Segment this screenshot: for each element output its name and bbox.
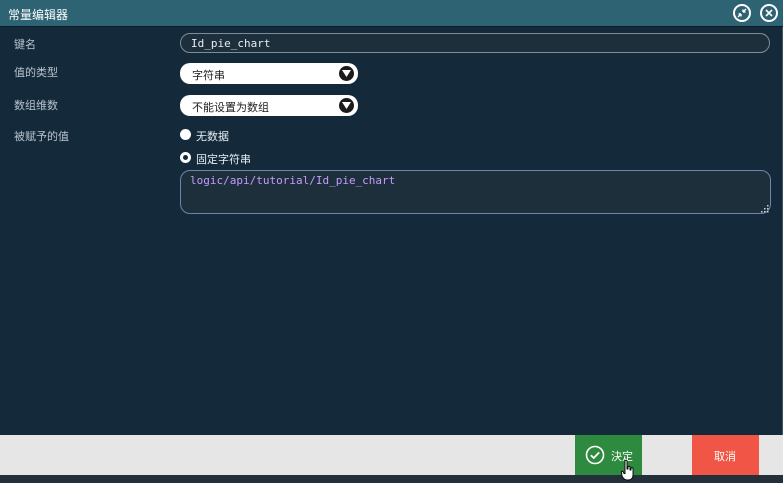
footer-strip xyxy=(0,475,783,483)
cancel-button-label: 取消 xyxy=(714,450,736,463)
constant-editor-window: 常量编辑器 键名 值的类型 字符串 数组维数 不能设置为数组 被赋予的值 无数据 xyxy=(0,0,783,483)
title-bar[interactable]: 常量编辑器 xyxy=(0,0,783,27)
radio-fixed-string-label: 固定字符串 xyxy=(196,153,251,166)
chevron-down-icon[interactable] xyxy=(339,98,354,113)
array-dim-label: 数组维数 xyxy=(14,99,58,112)
chevron-down-icon[interactable] xyxy=(339,66,354,81)
radio-no-data-label: 无数据 xyxy=(196,130,229,143)
value-type-select[interactable]: 字符串 xyxy=(180,63,358,84)
array-dim-selected: 不能设置为数组 xyxy=(192,101,269,114)
hand-cursor-icon xyxy=(621,460,634,481)
resize-grip-icon[interactable] xyxy=(761,205,769,213)
close-icon[interactable] xyxy=(760,4,778,22)
value-type-label: 值的类型 xyxy=(14,66,58,79)
window-title: 常量编辑器 xyxy=(8,8,69,22)
cancel-button[interactable]: 取消 xyxy=(692,435,759,475)
restore-icon[interactable] xyxy=(733,4,751,22)
footer-bar xyxy=(0,435,783,475)
radio-button-checked[interactable] xyxy=(180,152,191,163)
array-dim-select[interactable]: 不能设置为数组 xyxy=(180,95,358,116)
key-input[interactable] xyxy=(180,33,770,53)
checkmark-circle-icon xyxy=(585,445,605,465)
key-label: 键名 xyxy=(14,38,36,51)
value-type-selected: 字符串 xyxy=(192,69,225,82)
assigned-value-label: 被赋予的值 xyxy=(14,130,69,143)
radio-button[interactable] xyxy=(180,129,191,140)
string-value-textarea[interactable]: logic/api/tutorial/Id_pie_chart xyxy=(180,170,771,214)
